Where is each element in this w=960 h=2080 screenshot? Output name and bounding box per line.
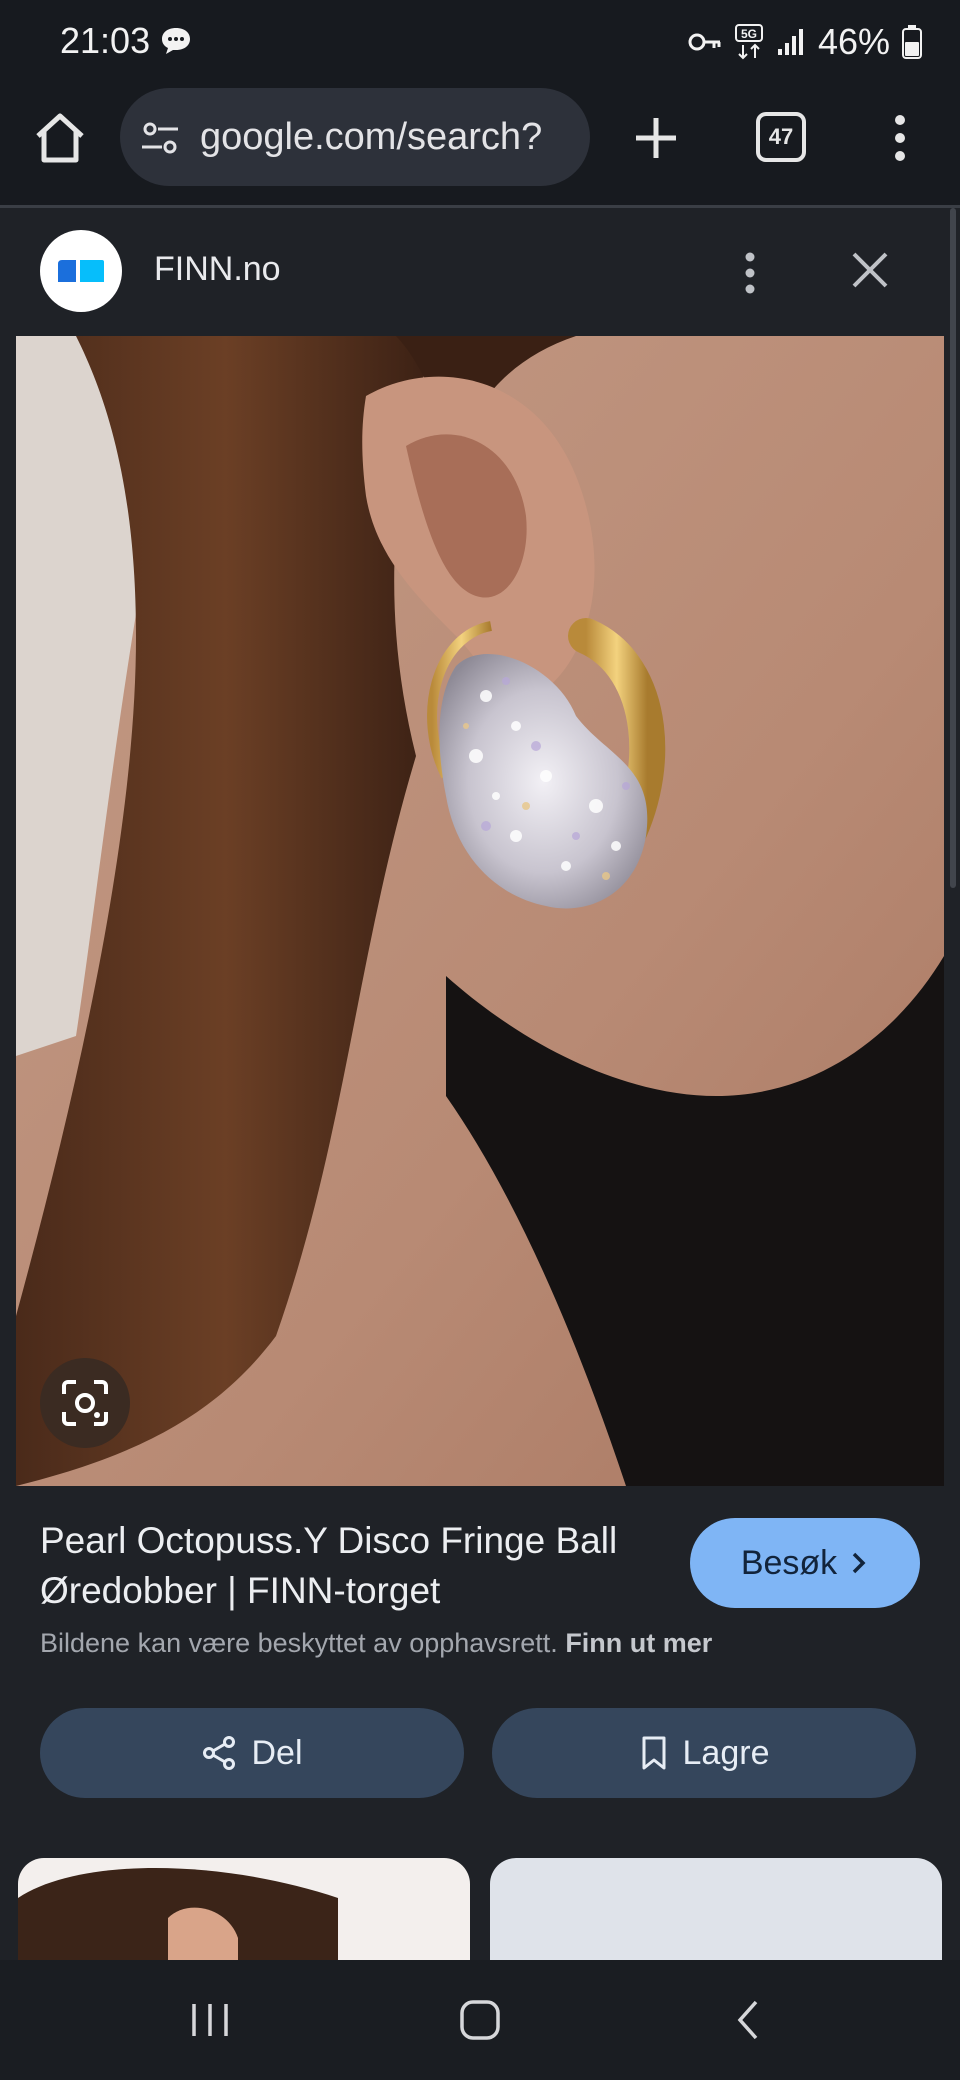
url-text[interactable]: google.com/search? [200, 116, 542, 159]
copyright-text: Bildene kan være beskyttet av opphavsret… [40, 1628, 558, 1658]
nav-back-icon[interactable] [720, 1990, 780, 2050]
finn-logo-mark [58, 260, 104, 282]
tab-switcher-button[interactable]: 47 [756, 112, 806, 162]
share-label: Del [251, 1733, 303, 1772]
source-header: FINN.no [0, 208, 960, 336]
chevron-right-icon [852, 1552, 866, 1574]
battery-percent: 46% [817, 21, 890, 62]
save-button[interactable]: Lagre [492, 1708, 916, 1798]
more-vert-icon[interactable] [880, 108, 920, 168]
lens-icon [62, 1380, 108, 1426]
related-photo-1 [18, 1868, 338, 1960]
result-image[interactable] [16, 336, 944, 1486]
status-time: 21:03 [60, 20, 151, 61]
result-title[interactable]: Pearl Octopuss.Y Disco Fringe Ball Øredo… [40, 1516, 650, 1616]
status-indicators: 5G 46% [688, 18, 922, 66]
home-icon[interactable] [32, 110, 88, 166]
visit-button[interactable]: Besøk [690, 1518, 920, 1608]
earring-photo [16, 336, 944, 1486]
nav-recents-icon[interactable] [180, 1990, 240, 2050]
lens-button[interactable] [40, 1358, 130, 1448]
browser-toolbar: google.com/search? 47 [0, 84, 960, 206]
status-bar: 21:03 5G 46% [0, 0, 960, 84]
network-label: 5G [741, 27, 757, 41]
plus-icon[interactable] [628, 110, 684, 166]
url-bar[interactable]: google.com/search? [120, 88, 590, 186]
network-5g-icon: 5G [734, 24, 763, 60]
share-button[interactable]: Del [40, 1708, 464, 1798]
more-vert-icon[interactable] [730, 248, 770, 298]
system-nav-bar [0, 1960, 960, 2080]
key-icon [688, 33, 721, 51]
battery-icon [902, 25, 922, 59]
close-icon[interactable] [846, 246, 894, 294]
visit-label: Besøk [740, 1543, 838, 1582]
signal-icon [777, 29, 803, 55]
chat-icon [162, 28, 190, 54]
tune-icon[interactable] [140, 118, 180, 158]
related-image-1[interactable] [18, 1858, 470, 1960]
related-image-2[interactable] [490, 1858, 942, 1960]
source-name[interactable]: FINN.no [154, 250, 281, 289]
learn-more-link[interactable]: Finn ut mer [565, 1628, 712, 1658]
save-label: Lagre [682, 1733, 770, 1772]
finn-logo [40, 230, 122, 312]
scrollbar[interactable] [950, 208, 956, 888]
share-icon [203, 1736, 236, 1770]
copyright-notice: Bildene kan være beskyttet av opphavsret… [40, 1628, 712, 1659]
nav-home-icon[interactable] [450, 1990, 510, 2050]
bookmark-icon [642, 1736, 666, 1770]
